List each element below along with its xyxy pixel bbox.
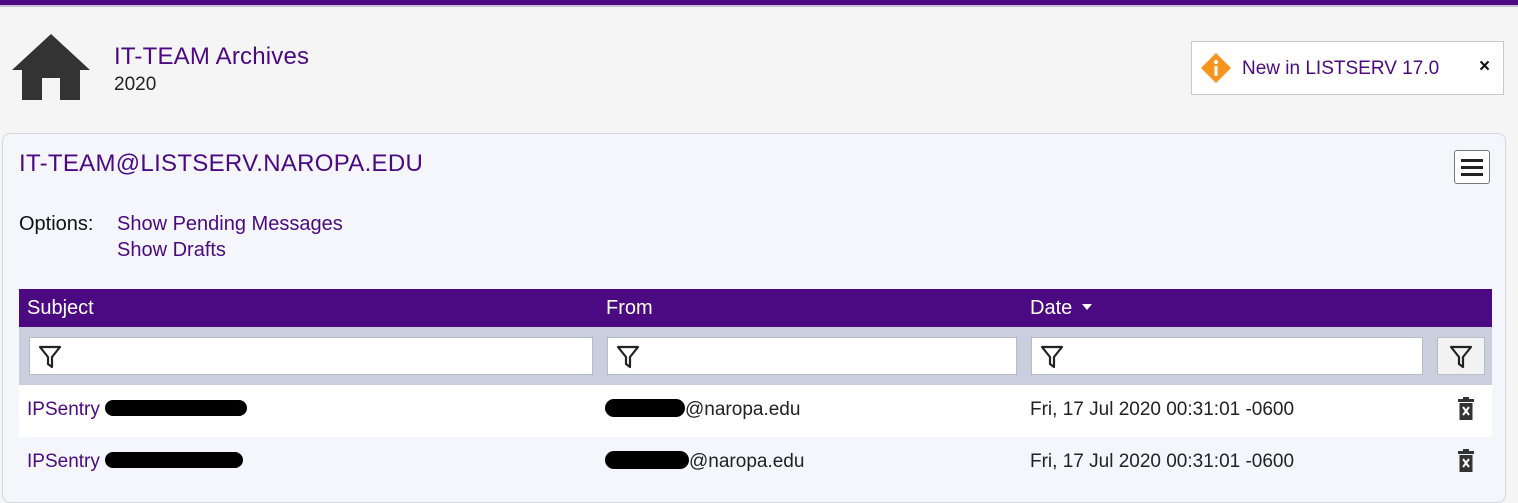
hamburger-icon-bar bbox=[1461, 166, 1483, 169]
show-drafts-link[interactable]: Show Drafts bbox=[117, 239, 226, 262]
message-date: Fri, 17 Jul 2020 00:31:01 -0600 bbox=[1030, 399, 1295, 420]
redaction-mark bbox=[105, 399, 248, 416]
column-date[interactable]: Date bbox=[1030, 297, 1093, 320]
redaction-mark bbox=[605, 398, 685, 417]
message-date: Fri, 17 Jul 2020 00:31:01 -0600 bbox=[1030, 451, 1295, 472]
hamburger-icon bbox=[1461, 159, 1483, 162]
funnel-icon bbox=[1449, 345, 1473, 369]
list-address[interactable]: IT-TEAM@LISTSERV.NAROPA.EDU bbox=[19, 150, 423, 178]
options-label: Options: bbox=[19, 213, 94, 235]
sort-descending-icon[interactable] bbox=[1082, 303, 1093, 310]
archive-panel: IT-TEAM@LISTSERV.NAROPA.EDU Options: Sho… bbox=[2, 133, 1506, 503]
subject-filter[interactable] bbox=[29, 337, 593, 376]
info-diamond-icon bbox=[1201, 53, 1231, 83]
column-from[interactable]: From bbox=[606, 297, 653, 320]
table-row: IPSentry @naropa.edu Fri, 17 Jul 2020 00… bbox=[19, 385, 1492, 437]
apply-filter-button[interactable] bbox=[1437, 337, 1485, 375]
news-link[interactable]: New in LISTSERV 17.0 bbox=[1242, 58, 1439, 80]
date-filter[interactable] bbox=[1031, 337, 1423, 376]
archive-year: 2020 bbox=[114, 74, 157, 95]
home-icon[interactable] bbox=[10, 32, 92, 102]
from-filter[interactable] bbox=[607, 337, 1017, 376]
message-from: @naropa.edu bbox=[605, 398, 800, 421]
trash-icon[interactable] bbox=[1457, 449, 1475, 473]
from-filter-input[interactable] bbox=[644, 338, 1016, 376]
date-filter-input[interactable] bbox=[1068, 338, 1422, 376]
redaction-mark bbox=[605, 450, 689, 469]
hamburger-menu-button[interactable] bbox=[1454, 150, 1490, 184]
message-subject-link[interactable]: IPSentry bbox=[27, 451, 244, 473]
show-pending-messages-link[interactable]: Show Pending Messages bbox=[117, 213, 343, 236]
column-subject[interactable]: Subject bbox=[27, 297, 94, 320]
trash-icon[interactable] bbox=[1457, 397, 1475, 421]
archive-title[interactable]: IT-TEAM Archives bbox=[114, 43, 309, 71]
redaction-mark bbox=[105, 451, 244, 468]
table-row: IPSentry @naropa.edu Fri, 17 Jul 2020 00… bbox=[19, 437, 1492, 489]
hamburger-icon-bar bbox=[1461, 173, 1483, 176]
table-header: Subject From Date bbox=[19, 289, 1492, 327]
news-banner: New in LISTSERV 17.0 × bbox=[1191, 41, 1504, 95]
funnel-icon bbox=[616, 345, 640, 369]
funnel-icon bbox=[38, 345, 62, 369]
top-divider bbox=[0, 5, 1518, 7]
message-from: @naropa.edu bbox=[605, 450, 804, 473]
funnel-icon bbox=[1040, 345, 1064, 369]
filter-row bbox=[19, 327, 1492, 385]
subject-filter-input[interactable] bbox=[66, 338, 592, 376]
close-icon[interactable]: × bbox=[1479, 56, 1490, 78]
message-subject-link[interactable]: IPSentry bbox=[27, 399, 248, 421]
